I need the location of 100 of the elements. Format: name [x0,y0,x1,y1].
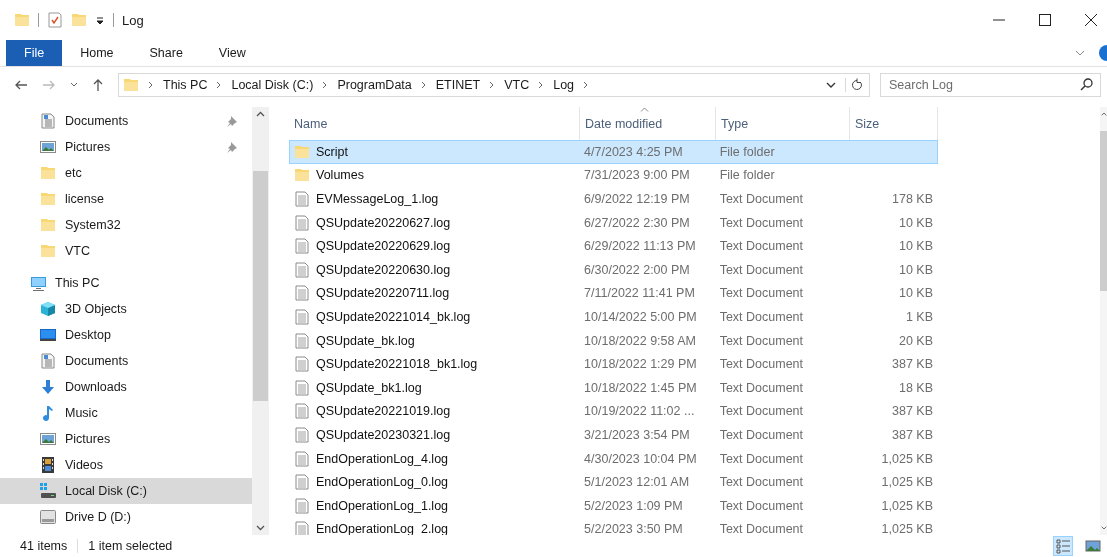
date-text: 10/19/2022 11:02 ... [584,404,695,419]
type-text: Text Document [719,309,804,324]
details-view-icon[interactable] [1053,536,1073,556]
properties-icon[interactable] [47,12,63,28]
text-file-icon [294,214,310,231]
type-text: Text Document [719,286,804,301]
nav-item[interactable]: Documents [0,108,252,134]
file-row[interactable]: QSUpdate20220627.log 6/27/2022 2:30 PM Text Document 10 KB [289,210,938,235]
file-row[interactable]: QSUpdate20220630.log 6/30/2022 2:00 PM Text Document 10 KB [289,257,938,282]
text-file-icon [294,521,310,535]
close-icon[interactable] [1085,14,1097,26]
date-text: 4/7/2023 4:25 PM [584,144,683,159]
file-row[interactable]: QSUpdate_bk1.log 10/18/2022 1:45 PM Text Document 18 KB [289,375,938,400]
nav-item[interactable]: System32 [0,212,252,238]
nav-item[interactable]: Music [0,400,252,426]
type-text: Text Document [719,239,804,254]
text-file-icon [294,450,310,467]
ribbon-tab[interactable]: Share [131,40,201,66]
scrollbar-thumb[interactable] [253,171,268,401]
cube-icon [40,301,56,317]
file-row[interactable]: QSUpdate20221018_bk1.log 10/18/2022 1:29 PM Text Document 387 KB [289,352,938,376]
file-row[interactable]: EndOperationLog_2.log 5/2/2023 3:50 PM Text Document 1,025 KB [289,517,938,535]
address-bar[interactable]: This PC Local Disk (C:) ProgramData ETINET VTC Log [118,73,870,97]
type-text: Text Document [719,215,804,230]
file-name: EndOperationLog_0.log [316,475,449,490]
nav-item[interactable]: Local Disk (C:) [0,478,252,504]
file-name: QSUpdate20221018_bk1.log [316,357,478,372]
scroll-down-icon[interactable] [1100,525,1107,531]
nav-item[interactable]: etc [0,160,252,186]
back-arrow-icon[interactable] [14,79,28,91]
nav-item[interactable]: 3D Objects [0,296,252,322]
folder-icon [40,191,56,207]
text-file-icon [294,308,310,325]
breadcrumb-link[interactable]: Local Disk (C:) [231,78,314,92]
nav-item[interactable]: This PC [0,270,252,296]
text-file-icon [294,356,310,373]
date-text: 10/18/2022 9:58 AM [584,333,696,348]
ribbon-tab[interactable]: Home [62,40,132,66]
date-text: 7/31/2023 9:00 PM [584,168,690,183]
nav-item[interactable]: license [0,186,252,212]
file-row[interactable]: EndOperationLog_1.log 5/2/2023 1:09 PM Text Document 1,025 KB [289,493,938,518]
date-text: 7/11/2022 11:41 PM [584,286,695,301]
nav-item[interactable]: Pictures [0,134,252,160]
recent-caret-icon[interactable] [70,82,78,88]
type-text: Text Document [719,427,804,442]
search-icon [1080,78,1093,91]
date-text: 5/2/2023 1:09 PM [584,498,683,513]
refresh-icon[interactable] [845,78,863,92]
scroll-up-icon[interactable] [1100,111,1107,117]
file-name: QSUpdate_bk.log [316,333,415,348]
nav-item[interactable]: Drive D (D:) [0,504,252,530]
file-row[interactable]: QSUpdate20221019.log 10/19/2022 11:02 ... Text Document 387 KB [289,399,938,424]
date-text: 10/18/2022 1:29 PM [584,357,697,372]
up-arrow-icon[interactable] [92,78,104,92]
file-name: Script [316,144,348,159]
file-row[interactable]: EndOperationLog_0.log 5/1/2023 12:01 AM Text Document 1,025 KB [289,470,938,494]
file-row[interactable]: QSUpdate20230321.log 3/21/2023 3:54 PM Text Document 387 KB [289,423,938,447]
file-name: EndOperationLog_1.log [316,498,449,513]
help-icon[interactable] [1097,44,1107,62]
nav-item[interactable]: Documents [0,348,252,374]
date-text: 6/30/2022 2:00 PM [584,262,690,277]
file-row[interactable]: QSUpdate20220711.log 7/11/2022 11:41 PM Text Document 10 KB [289,281,938,306]
dropdown-caret-icon[interactable] [826,81,836,89]
file-row[interactable]: QSUpdate20220629.log 6/29/2022 11:13 PM Text Document 10 KB [289,234,938,258]
breadcrumb-link[interactable]: Log [553,78,575,92]
file-row[interactable]: QSUpdate_bk.log 10/18/2022 9:58 AM Text Document 20 KB [289,328,938,353]
expand-ribbon-icon[interactable] [1075,49,1085,57]
nav-item[interactable]: Pictures [0,426,252,452]
size-text: 10 KB [898,262,933,277]
scroll-down-icon[interactable] [256,525,265,531]
file-row[interactable]: EVMessageLog_1.log 6/9/2022 12:19 PM Text Document 178 KB [289,187,938,211]
size-text: 387 KB [892,427,933,442]
scroll-up-icon[interactable] [256,111,265,117]
folder-icon [40,217,56,233]
date-text: 10/18/2022 1:45 PM [584,380,697,395]
nav-item[interactable]: Desktop [0,322,252,348]
type-text: Text Document [719,451,804,466]
file-row[interactable]: QSUpdate20221014_bk.log 10/14/2022 5:00 PM Text Document 1 KB [289,305,938,329]
folder-icon [294,143,310,160]
maximize-icon[interactable] [1039,14,1051,26]
type-text: Text Document [719,522,804,535]
text-file-icon [294,379,310,396]
breadcrumb-link[interactable]: VTC [504,78,530,92]
file-name: QSUpdate20221014_bk.log [316,309,471,324]
nav-item[interactable]: Downloads [0,374,252,400]
scrollbar-thumb[interactable] [1100,131,1107,291]
breadcrumb-link[interactable]: ETINET [435,78,481,92]
breadcrumb-link[interactable]: ProgramData [337,78,412,92]
breadcrumb-link[interactable]: This PC [163,78,208,92]
file-menu-tab[interactable]: File [6,40,63,66]
folder-icon [40,165,56,181]
file-row[interactable]: EndOperationLog_4.log 4/30/2023 10:04 PM Text Document 1,025 KB [289,446,938,471]
ribbon-tab[interactable]: View [200,40,264,66]
nav-item[interactable]: VTC [0,238,252,264]
date-text: 3/21/2023 3:54 PM [584,427,690,442]
file-row[interactable]: Volumes 7/31/2023 9:00 PM File folder [289,163,938,188]
file-row[interactable]: Script 4/7/2023 4:25 PM File folder [289,140,938,164]
nav-item[interactable]: Videos [0,452,252,478]
search-field[interactable]: Search Log [880,73,1101,97]
folder-icon [294,167,310,184]
